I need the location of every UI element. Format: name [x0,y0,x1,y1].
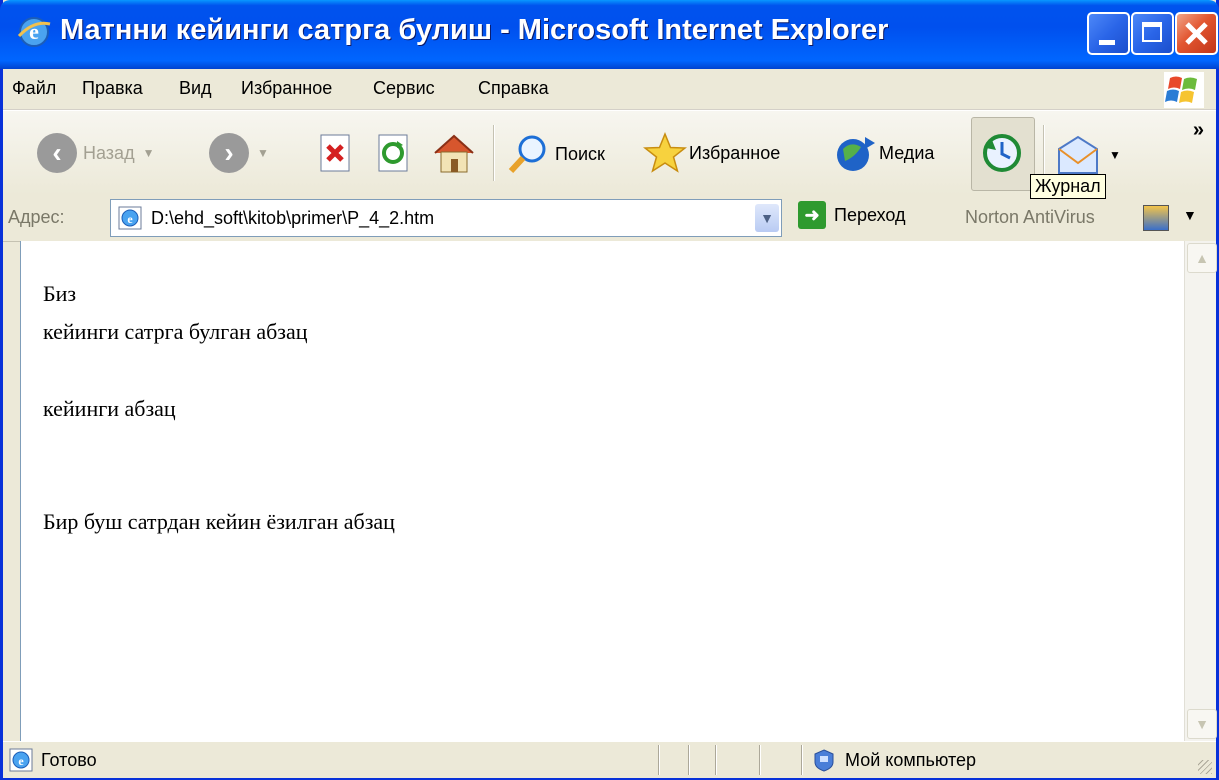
toolbar-overflow-icon[interactable]: » [1193,119,1204,142]
page-done-icon: e [9,748,33,772]
maximize-icon [1142,22,1162,42]
history-button[interactable] [971,117,1035,191]
my-computer-icon [814,749,834,772]
address-label: Адрес: [8,207,65,227]
back-dropdown-icon[interactable]: ▼ [143,146,155,160]
paragraph-text: кейинги абзац [43,396,176,421]
status-bar: e Готово Мой компьютер [3,741,1216,778]
maximize-button[interactable] [1131,12,1174,55]
title-bar[interactable]: e Матнни кейинги сатрга булиш - Microsof… [0,0,1219,69]
minimize-icon [1099,40,1115,45]
toolbar-separator [1043,125,1045,181]
norton-antivirus-label: Norton AntiVirus [965,207,1095,227]
forward-arrow-icon: › [209,133,249,173]
favorites-button[interactable]: Избранное [643,131,780,175]
address-value: D:\ehd_soft\kitob\primer\P_4_2.htm [151,208,435,228]
star-icon [643,132,687,173]
search-button[interactable]: Поиск [507,133,605,175]
stop-button[interactable] [317,133,353,173]
security-zone-label: Мой компьютер [845,750,977,770]
media-icon [837,137,875,171]
address-dropdown-icon[interactable]: ▼ [755,204,779,232]
home-icon [434,134,474,173]
media-label: Медиа [879,142,935,163]
menu-tools[interactable]: Сервис [373,78,435,99]
scroll-down-icon[interactable]: ▼ [1187,709,1217,739]
paragraph-text: Биз [43,281,77,306]
ie-logo-icon: e [17,17,51,47]
minimize-button[interactable] [1087,12,1130,55]
status-panel-divider [801,745,803,775]
svg-text:e: e [18,754,24,768]
address-input[interactable]: e D:\ehd_soft\kitob\primer\P_4_2.htm ▼ [110,199,782,237]
back-button[interactable]: ‹ Назад ▼ [37,133,154,173]
norton-dropdown-icon[interactable]: ▼ [1183,207,1197,223]
menu-favorites[interactable]: Избранное [241,78,332,99]
menu-help[interactable]: Справка [478,78,549,99]
mail-dropdown-icon[interactable]: ▼ [1109,148,1121,162]
go-label: Переход [834,204,906,225]
refresh-button[interactable] [375,133,411,173]
go-arrow-icon: ➜ [798,201,826,229]
search-icon [508,135,546,174]
home-button[interactable] [431,131,477,175]
norton-icon[interactable] [1143,205,1169,231]
svg-text:e: e [127,212,133,226]
refresh-icon [378,134,408,172]
paragraph-text: кейинги сатрга булган абзац [43,319,308,344]
status-panel-divider [658,745,660,775]
windows-logo-icon [1164,72,1204,108]
menu-edit[interactable]: Правка [82,78,143,99]
menu-file[interactable]: Файл [12,78,56,99]
vertical-scrollbar[interactable]: ▲ ▼ [1184,241,1217,741]
browser-window: e Матнни кейинги сатрга булиш - Microsof… [0,0,1219,780]
history-tooltip: Журнал [1030,174,1106,199]
media-button[interactable]: Медиа [833,131,934,175]
close-button[interactable] [1175,12,1218,55]
stop-icon [320,134,350,172]
mail-icon [1058,135,1098,174]
forward-button[interactable]: › ▼ [209,133,269,173]
close-icon [1185,22,1208,45]
status-text: Готово [41,750,97,770]
window-title: Матнни кейинги сатрга булиш - Microsoft … [60,14,889,46]
resize-grip-icon[interactable] [1198,760,1212,774]
back-arrow-icon: ‹ [37,133,77,173]
page-icon: e [118,206,142,230]
page-content: Биз кейинги сатрга булган абзац кейинги … [20,241,1184,741]
go-button[interactable]: ➜ Переход [798,201,906,229]
scroll-up-icon[interactable]: ▲ [1187,243,1217,273]
status-panel-divider [715,745,717,775]
toolbar-separator [493,125,495,181]
status-panel-divider [759,745,761,775]
menu-bar: Файл Правка Вид Избранное Сервис Справка [3,69,1216,110]
status-panel-divider [688,745,690,775]
address-bar: Адрес: e D:\ehd_soft\kitob\primer\P_4_2.… [3,195,1216,242]
mail-button[interactable]: ▼ [1055,133,1121,177]
back-label: Назад [83,142,135,163]
paragraph-text: Бир буш сатрдан кейин ёзилган абзац [43,509,395,534]
search-label: Поиск [555,143,605,164]
history-icon [983,134,1021,172]
forward-dropdown-icon[interactable]: ▼ [257,146,269,160]
menu-view[interactable]: Вид [179,78,212,99]
favorites-label: Избранное [689,142,781,163]
